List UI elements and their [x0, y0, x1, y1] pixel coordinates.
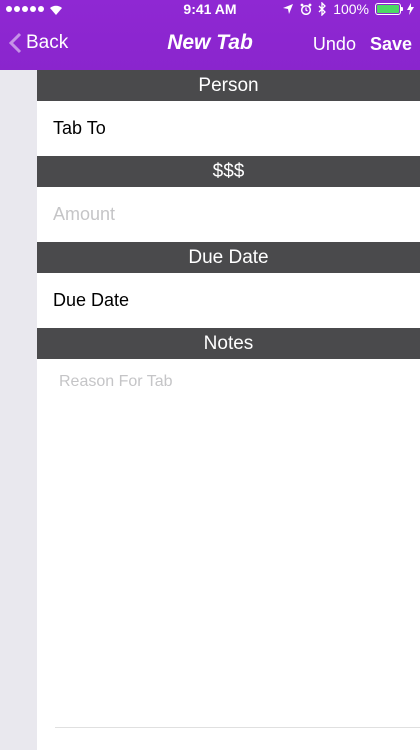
amount-input[interactable]: Amount [37, 187, 420, 242]
chevron-left-icon [8, 32, 22, 54]
notes-textarea[interactable]: Reason For Tab [37, 359, 420, 725]
person-field[interactable]: Tab To [37, 101, 420, 156]
battery-icon [375, 3, 403, 15]
alarm-clock-icon [300, 3, 312, 15]
tab-form: Person Tab To $$$ Amount Due Date Due Da… [37, 70, 420, 750]
section-header-notes: Notes [37, 328, 420, 359]
section-header-due-date: Due Date [37, 242, 420, 273]
navigation-bar: Back New Tab Undo Save [0, 20, 420, 70]
battery-percent: 100% [333, 1, 369, 17]
save-button[interactable]: Save [370, 34, 412, 55]
back-button[interactable]: Back [8, 32, 68, 54]
nav-actions: Undo Save [313, 34, 412, 55]
back-label: Back [26, 32, 69, 53]
section-header-amount: $$$ [37, 156, 420, 187]
left-gutter [0, 70, 36, 750]
location-arrow-icon [283, 4, 294, 14]
top-bar: 9:41 AM 100% Back New Tab Undo Save [0, 0, 420, 70]
battery-fill [377, 5, 399, 13]
charging-bolt-icon [407, 3, 414, 15]
bluetooth-icon [318, 2, 327, 16]
status-right-group: 100% [282, 1, 414, 17]
undo-button[interactable]: Undo [313, 34, 356, 55]
due-date-field[interactable]: Due Date [37, 273, 420, 328]
status-bar: 9:41 AM 100% [0, 0, 420, 20]
divider [55, 727, 420, 728]
section-header-person: Person [37, 70, 420, 101]
